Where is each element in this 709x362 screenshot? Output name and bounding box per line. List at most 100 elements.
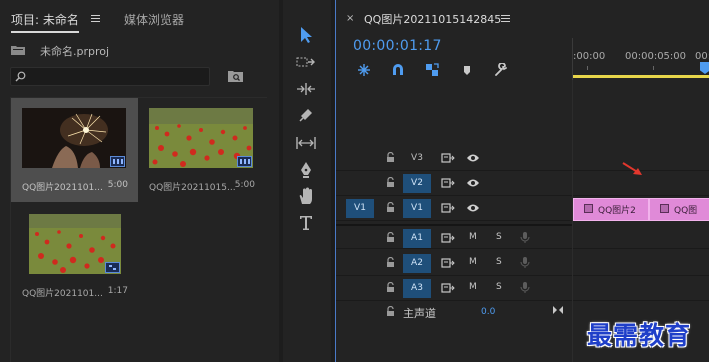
mute-button[interactable]: M (469, 232, 477, 242)
project-folder-icon (11, 46, 25, 55)
playhead-timecode[interactable]: 00:00:01:17 (353, 38, 442, 54)
selection-tool-icon[interactable] (293, 23, 319, 47)
snap-magnet-icon[interactable] (391, 63, 405, 77)
master-track-label: 主声道 (403, 307, 436, 320)
tab-project[interactable]: 项目: 未命名 (11, 11, 79, 33)
eye-icon[interactable] (466, 153, 480, 163)
ripple-edit-tool-icon[interactable] (293, 77, 319, 101)
ruler-tick (587, 66, 588, 70)
source-patch-v1[interactable]: V1 (346, 199, 374, 218)
work-area-bar[interactable] (573, 75, 709, 78)
ruler-label: 00:0 (695, 51, 709, 62)
lane-v1[interactable]: QQ图片2 QQ图 (573, 196, 709, 221)
go-to-end-icon[interactable] (552, 305, 564, 315)
lane-a1[interactable] (573, 224, 709, 249)
media-item[interactable]: QQ图片20211015... 5:00 (138, 98, 265, 202)
media-thumbnail (22, 108, 126, 168)
playhead-handle[interactable] (700, 62, 709, 74)
sequence-tab[interactable]: QQ图片20211015142845 (364, 11, 501, 27)
lane-a2[interactable] (573, 251, 709, 276)
timeline-clip[interactable]: QQ图 (649, 198, 709, 221)
sync-lock-icon[interactable] (441, 203, 455, 213)
tools-panel (283, 0, 331, 362)
media-name: QQ图片2021101... (22, 183, 103, 193)
sync-lock-icon[interactable] (441, 153, 455, 163)
lock-icon[interactable] (386, 152, 395, 163)
red-arrow-annotation-icon (622, 162, 642, 175)
add-marker-icon[interactable] (460, 63, 474, 77)
track-target-a3[interactable]: A3 (403, 279, 431, 298)
eye-icon[interactable] (466, 203, 480, 213)
microphone-icon[interactable] (520, 281, 530, 294)
timeline-clip[interactable]: QQ图片2 (573, 198, 649, 221)
lock-icon[interactable] (386, 232, 395, 243)
active-tab-underline (11, 31, 79, 33)
track-header-master: 主声道 0.0 (336, 300, 572, 325)
insert-nested-sequence-icon[interactable] (357, 63, 371, 77)
media-duration: 5:00 (107, 180, 128, 190)
media-item[interactable]: QQ图片2021101... 1:17 (11, 204, 138, 308)
media-thumbnail (29, 214, 121, 274)
panel-menu-icon[interactable] (91, 15, 100, 24)
time-ruler[interactable]: :00:00 00:00:05:00 00:0 (572, 38, 709, 80)
search-icon (15, 71, 26, 82)
pen-tool-icon[interactable] (293, 158, 319, 182)
media-name: QQ图片20211015... (149, 183, 236, 193)
track-select-tool-icon[interactable] (293, 50, 319, 74)
media-duration: 1:17 (107, 286, 128, 296)
timeline-tab-bar: × QQ图片20211015142845 (336, 0, 709, 36)
project-tab-bar: 项目: 未命名 媒体浏览器 (0, 0, 279, 34)
watermark-logo: 最需教育 (587, 321, 692, 350)
slip-tool-icon[interactable] (293, 131, 319, 155)
media-thumbnail (149, 108, 253, 168)
media-name: QQ图片2021101... (22, 289, 103, 299)
track-header-a1: A1 M S (336, 224, 572, 249)
project-file-name: 未命名.prproj (40, 45, 110, 58)
search-input[interactable] (10, 67, 210, 86)
type-tool-icon[interactable] (293, 211, 319, 235)
solo-button[interactable]: S (496, 282, 502, 292)
new-bin-icon[interactable] (228, 70, 243, 82)
track-target-a1[interactable]: A1 (403, 229, 431, 248)
lock-icon[interactable] (386, 282, 395, 293)
video-clip-badge-icon (110, 156, 125, 167)
tab-media-browser[interactable]: 媒体浏览器 (124, 11, 184, 28)
timeline-toolbar (353, 63, 533, 77)
sync-lock-icon[interactable] (441, 233, 455, 243)
ruler-tick (653, 66, 654, 70)
track-header-a2: A2 M S (336, 251, 572, 276)
master-volume-value[interactable]: 0.0 (481, 307, 495, 317)
media-item[interactable]: QQ图片2021101... 5:00 (11, 98, 138, 202)
lock-icon[interactable] (386, 257, 395, 268)
track-target-v3[interactable]: V3 (403, 149, 431, 168)
sync-lock-icon[interactable] (441, 283, 455, 293)
close-icon[interactable]: × (346, 13, 354, 24)
hand-tool-icon[interactable] (293, 184, 319, 208)
solo-button[interactable]: S (496, 232, 502, 242)
track-header-v1: V1 V1 (336, 196, 572, 221)
eye-icon[interactable] (466, 178, 480, 188)
razor-tool-icon[interactable] (293, 103, 319, 127)
sync-lock-icon[interactable] (441, 258, 455, 268)
track-header-v3: V3 (336, 146, 572, 171)
lock-icon[interactable] (386, 177, 395, 188)
microphone-icon[interactable] (520, 256, 530, 269)
track-target-a2[interactable]: A2 (403, 254, 431, 273)
fx-badge-icon (584, 204, 593, 213)
linked-selection-icon[interactable] (425, 63, 439, 77)
microphone-icon[interactable] (520, 231, 530, 244)
mute-button[interactable]: M (469, 282, 477, 292)
sync-lock-icon[interactable] (441, 178, 455, 188)
video-clip-badge-icon (237, 156, 252, 167)
track-target-v2[interactable]: V2 (403, 174, 431, 193)
solo-button[interactable]: S (496, 257, 502, 267)
wrench-settings-icon[interactable] (494, 63, 508, 77)
mute-button[interactable]: M (469, 257, 477, 267)
media-duration: 5:00 (234, 180, 255, 190)
media-grid: QQ图片2021101... 5:00 QQ图片20211015... 5:00… (10, 97, 267, 362)
lock-icon[interactable] (386, 202, 395, 213)
track-target-v1[interactable]: V1 (403, 199, 431, 218)
lane-a3[interactable] (573, 276, 709, 301)
panel-menu-icon[interactable] (501, 15, 510, 24)
lock-icon[interactable] (386, 306, 395, 317)
